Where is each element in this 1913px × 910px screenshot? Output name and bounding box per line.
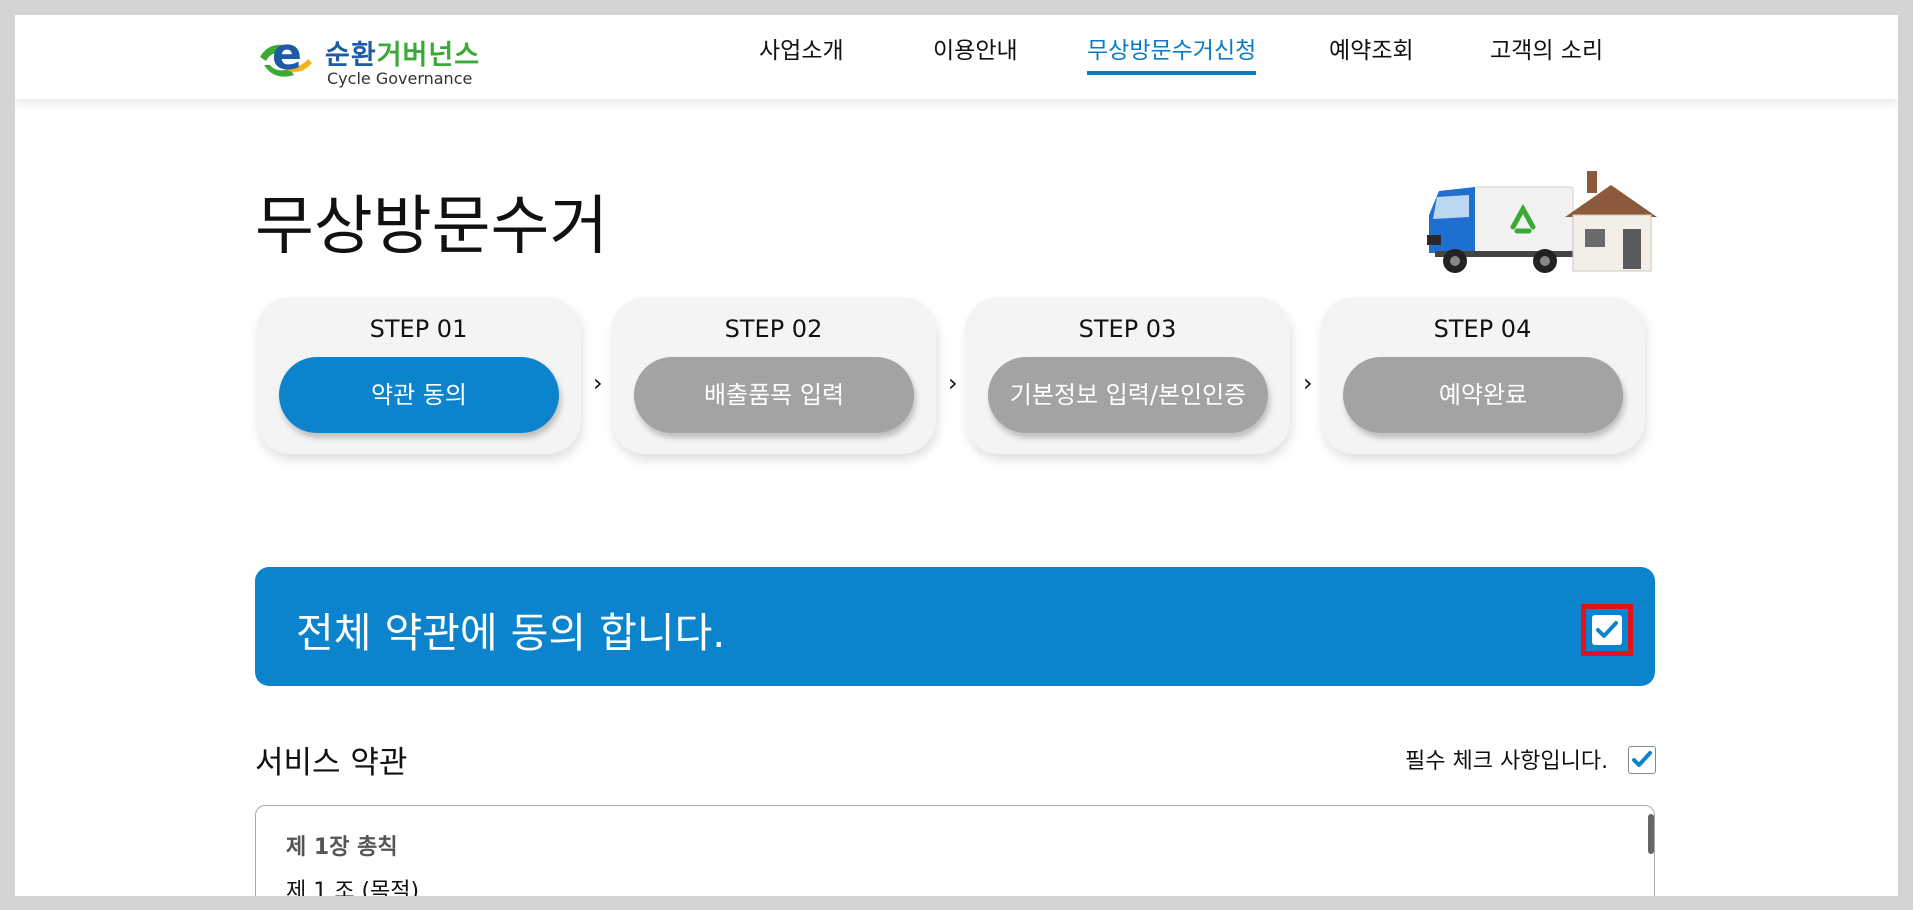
truck-house-illustration	[1427, 171, 1657, 273]
step-label: STEP 01	[369, 315, 468, 343]
svg-text:e: e	[272, 29, 302, 80]
logo-name-part1: 순환	[325, 40, 377, 71]
step-label: STEP 04	[1433, 315, 1532, 343]
service-terms-title: 서비스 약관	[255, 745, 408, 781]
page-title: 무상방문수거	[255, 190, 609, 264]
terms-scrollbar[interactable]	[1648, 814, 1654, 854]
terms-article-heading: 제 1 조 (목적)	[286, 879, 420, 896]
nav-item-reservation-lookup[interactable]: 예약조회	[1329, 31, 1414, 65]
step-label: STEP 02	[724, 315, 823, 343]
logo-e-icon: e	[260, 29, 312, 80]
step-button-item-input[interactable]: 배출품목 입력	[634, 357, 914, 433]
step-card-2: STEP 02 배출품목 입력	[611, 297, 936, 454]
site-logo[interactable]: e 순환거버넌스 Cycle Governance	[254, 25, 494, 89]
terms-chapter-heading: 제 1장 총칙	[286, 835, 398, 860]
service-terms-checkbox[interactable]	[1628, 746, 1656, 774]
required-check-label: 필수 체크 사항입니다.	[1405, 749, 1609, 774]
step-button-reservation-complete[interactable]: 예약완료	[1343, 357, 1623, 433]
chevron-right-icon: ›	[948, 369, 958, 397]
step-card-4: STEP 04 예약완료	[1320, 297, 1645, 454]
step-button-terms-agree[interactable]: 약관 동의	[279, 357, 559, 433]
checkmark-icon	[1596, 621, 1618, 638]
agree-all-banner[interactable]: 전체 약관에 동의 합니다.	[255, 567, 1655, 686]
chevron-right-icon: ›	[1303, 369, 1313, 397]
step-button-basic-info[interactable]: 기본정보 입력/본인인증	[988, 357, 1268, 433]
step-card-3: STEP 03 기본정보 입력/본인인증	[965, 297, 1290, 454]
site-header: e 순환거버넌스 Cycle Governance 사업소개 이용안내 무상방문…	[15, 15, 1898, 99]
logo-korean-name: 순환거버넌스	[325, 33, 480, 72]
agree-all-checkbox[interactable]	[1581, 604, 1633, 656]
nav-item-free-pickup-request[interactable]: 무상방문수거신청	[1087, 31, 1257, 75]
checkmark-icon	[1632, 751, 1652, 767]
terms-text-box[interactable]: 제 1장 총칙 제 1 조 (목적)	[255, 805, 1655, 896]
nav-item-usage-guide[interactable]: 이용안내	[933, 31, 1018, 65]
chevron-right-icon: ›	[593, 369, 603, 397]
checkbox-box	[1592, 615, 1622, 645]
nav-item-business-intro[interactable]: 사업소개	[759, 31, 844, 65]
logo-english-name: Cycle Governance	[327, 69, 473, 88]
step-label: STEP 03	[1078, 315, 1177, 343]
nav-item-customer-voice[interactable]: 고객의 소리	[1490, 31, 1603, 65]
step-card-1: STEP 01 약관 동의	[256, 297, 581, 454]
logo-name-part2: 거버넌스	[376, 40, 481, 71]
agree-all-label: 전체 약관에 동의 합니다.	[296, 609, 726, 657]
page-frame: e 순환거버넌스 Cycle Governance 사업소개 이용안내 무상방문…	[15, 15, 1898, 896]
